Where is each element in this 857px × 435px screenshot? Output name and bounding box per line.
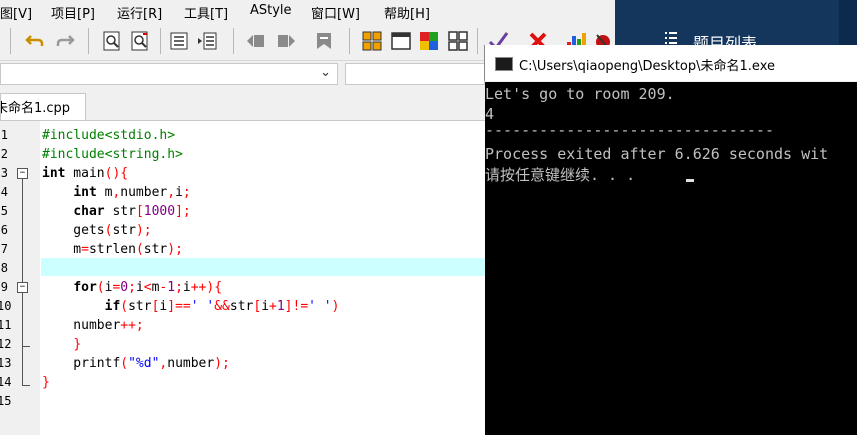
toolbar-separator — [88, 28, 89, 54]
code-line: for(i=0;i<m-1;i++){ — [73, 280, 223, 295]
code-line: int main(){ — [42, 166, 129, 181]
code-line: if(str[i]==' '&&str[i+1]!=' ') — [104, 299, 340, 314]
member-dropdown[interactable] — [345, 63, 485, 85]
find-next-icon[interactable] — [129, 30, 151, 52]
console-app-icon — [495, 57, 513, 71]
fold-toggle[interactable]: − — [17, 168, 28, 179]
code-line: printf("%d",number); — [42, 356, 230, 371]
toolbar-separator — [477, 28, 478, 54]
line-number: 6 — [0, 223, 8, 237]
bookmark-prev-icon[interactable] — [245, 30, 267, 52]
line-number: 3 — [0, 166, 8, 180]
bookmark-icon[interactable] — [313, 30, 335, 52]
line-number: 2 — [0, 147, 8, 161]
unindent-icon[interactable] — [197, 30, 219, 52]
toolbar-separator — [10, 28, 11, 54]
console-line: 请按任意键继续. . . — [485, 166, 636, 184]
code-line: m=strlen(str); — [42, 242, 183, 257]
line-number: 1 — [0, 128, 8, 142]
find-icon[interactable] — [101, 30, 123, 52]
code-line: int m,number,i; — [73, 185, 191, 200]
window-icon[interactable] — [390, 30, 412, 52]
menu-project[interactable]: 项目[P] — [51, 3, 95, 22]
line-number: 4 — [0, 185, 8, 199]
list-icon — [665, 32, 677, 44]
console-line: Let's go to room 209. — [485, 85, 675, 103]
fold-toggle[interactable]: − — [17, 282, 28, 293]
console-cursor — [686, 179, 694, 182]
code-line: } — [42, 375, 50, 390]
code-line: #include<stdio.h> — [42, 128, 176, 143]
tab-file[interactable]: 未命名1.cpp — [0, 93, 86, 120]
toolbar-separator — [349, 28, 350, 54]
menu-astyle[interactable]: AStyle — [250, 3, 292, 18]
code-line: #include<string.h> — [42, 147, 183, 162]
code-line: } — [73, 337, 82, 352]
code-line: gets(str); — [42, 223, 152, 238]
undo-icon[interactable] — [24, 30, 46, 52]
console-output[interactable]: Let's go to room 209. 4 ----------------… — [485, 82, 857, 435]
line-number: 10 — [0, 299, 11, 313]
line-number: 5 — [0, 204, 8, 218]
line-number: 15 — [0, 394, 11, 408]
current-line-highlight — [41, 258, 485, 276]
redo-icon[interactable] — [54, 30, 76, 52]
line-number: 13 — [0, 356, 11, 370]
fold-end — [22, 385, 30, 386]
menu-help[interactable]: 帮助[H] — [384, 3, 430, 22]
bookmark-next-icon[interactable] — [275, 30, 297, 52]
toolbar-separator — [160, 28, 161, 54]
line-number: 8 — [0, 261, 8, 275]
line-number: 9 — [0, 280, 8, 294]
grid-icon[interactable] — [361, 30, 383, 52]
editor-gutter: 1 2 3 4 5 6 7 8 9 10 11 12 13 14 15 − − — [0, 121, 41, 435]
line-number: 7 — [0, 242, 8, 256]
class-dropdown[interactable]: ⌄ — [0, 63, 338, 85]
tab-label: 未命名1.cpp — [0, 101, 71, 116]
console-line: Process exited after 6.626 seconds wit — [485, 145, 829, 163]
line-number: 12 — [0, 337, 11, 351]
line-number: 11 — [0, 318, 11, 332]
code-editor[interactable]: #include<stdio.h> #include<string.h> int… — [40, 121, 485, 435]
code-line: char str[1000]; — [73, 204, 191, 219]
console-separator: -------------------------------- — [485, 121, 774, 139]
problem-list-panel[interactable]: 题目列表 — [615, 0, 857, 53]
fold-end — [22, 346, 30, 347]
tiles-icon[interactable] — [447, 30, 469, 52]
menu-run[interactable]: 运行[R] — [117, 3, 162, 22]
console-titlebar[interactable]: C:\Users\qiaopeng\Desktop\未命名1.exe — [484, 45, 857, 81]
chevron-down-icon[interactable]: ⌄ — [320, 65, 331, 80]
menu-window[interactable]: 窗口[W] — [311, 3, 360, 22]
menu-view[interactable]: 图[V] — [0, 3, 32, 22]
menu-tools[interactable]: 工具[T] — [184, 3, 228, 22]
indent-icon[interactable] — [168, 30, 190, 52]
toolbar-separator — [233, 28, 234, 54]
code-line: number++; — [42, 318, 144, 333]
line-number: 14 — [0, 375, 11, 389]
palette-icon[interactable] — [418, 30, 440, 52]
console-title: C:\Users\qiaopeng\Desktop\未命名1.exe — [519, 59, 775, 74]
